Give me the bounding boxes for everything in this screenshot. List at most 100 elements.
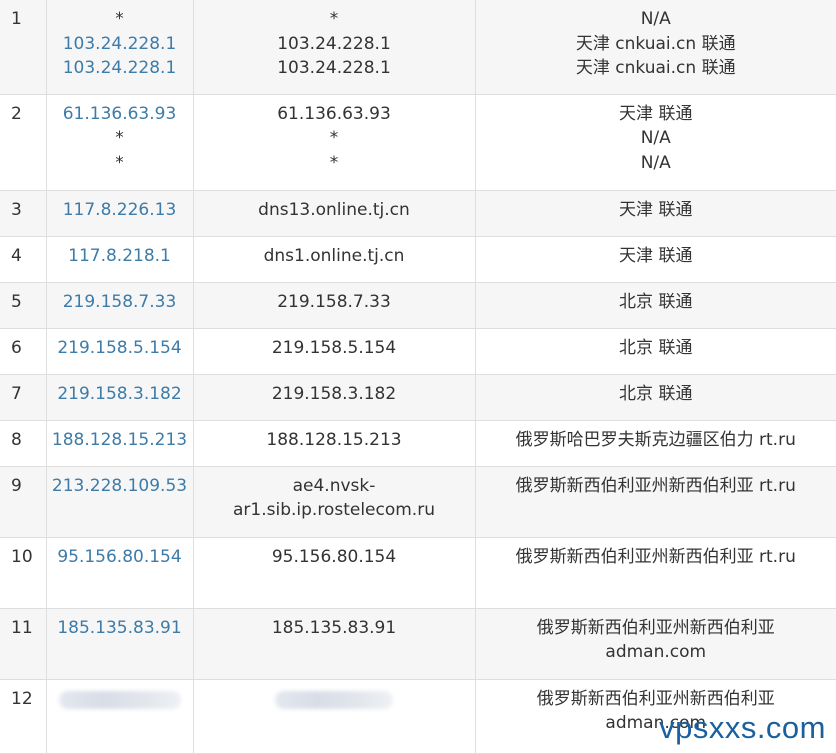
hostname: dns13.online.tj.cn [258,199,410,220]
ip-cell: 219.158.7.33 [46,282,194,329]
traceroute-table: 1 * 103.24.228.1 103.24.228.1 * 103.24.228.1 1… [0,0,836,754]
table-row: 3 117.8.226.13 dns13.online.tj.cn 天津 联通 [0,190,836,237]
hostname: 61.136.63.93 [277,103,391,124]
location: N/A [640,128,671,148]
table-row: 1 * 103.24.228.1 103.24.228.1 * 103.24.228.1 1… [0,0,836,95]
location-cell: 北京 联通 [475,282,836,329]
hop-number: 3 [0,190,47,237]
ip-link[interactable]: 213.228.109.53 [49,474,191,499]
ip-link[interactable]: 219.158.7.33 [49,290,191,315]
table-row: 10 95.156.80.154 95.156.80.154 俄罗斯新西伯利亚州新西伯… [0,537,836,609]
hop-number: 5 [0,282,47,329]
ip-link[interactable]: 61.136.63.93 [49,102,191,127]
hostname-cell: dns1.online.tj.cn [193,236,476,283]
table-row: 2 61.136.63.93 * * 61.136.63.93 * * 天津 联通 N/A N/A [0,94,836,191]
ip-cell: 219.158.5.154 [46,328,194,375]
hostname: ar1.sib.ip.rostelecom.ru [233,500,435,520]
ip-link[interactable]: 188.128.15.213 [49,428,191,453]
location: 天津 联通 [619,103,693,124]
hostname: ae4.nvsk- [292,475,376,496]
hop-number: 11 [0,608,47,680]
location-cell: 北京 联通 [475,328,836,375]
hostname-cell [193,679,476,754]
ip-link[interactable]: 219.158.5.154 [49,336,191,361]
hop-number: 1 [0,0,47,95]
location: 俄罗斯新西伯利亚州新西伯利亚 [536,688,775,709]
table-row: 4 117.8.218.1 dns1.online.tj.cn 天津 联通 [0,236,836,283]
location: 俄罗斯新西伯利亚州新西伯利亚 rt.ru [515,475,796,496]
ip-timeout: * [115,128,124,148]
ip-link[interactable]: 95.156.80.154 [49,545,191,570]
hostname: 103.24.228.1 [277,33,391,54]
hostname: 219.158.5.154 [271,337,397,358]
hostname: 188.128.15.213 [266,429,402,450]
location-cell: 俄罗斯新西伯利亚州新西伯利亚 rt.ru [475,537,836,609]
ip-timeout: * [115,9,124,29]
location: 北京 联通 [619,337,693,358]
location-cell: 北京 联通 [475,374,836,421]
location: 天津 联通 [619,199,693,220]
location-cell: 天津 联通 [475,236,836,283]
redacted-hostname [275,690,393,709]
hostname: * [329,128,339,148]
redacted-ip [58,690,181,709]
location: 俄罗斯哈巴罗夫斯克边疆区伯力 rt.ru [515,429,796,450]
watermark: vpsxxs.com [659,710,826,745]
hostname-cell: 95.156.80.154 [193,537,476,609]
hop-number: 9 [0,466,47,538]
table-row: 6 219.158.5.154 219.158.5.154 北京 联通 [0,328,836,375]
hostname: 103.24.228.1 [277,58,391,78]
table-row: 8 188.128.15.213 188.128.15.213 俄罗斯哈巴罗夫斯克边疆… [0,420,836,467]
hostname: * [329,9,339,29]
hop-number: 10 [0,537,47,609]
table-row: 7 219.158.3.182 219.158.3.182 北京 联通 [0,374,836,421]
location: 北京 联通 [619,291,693,312]
hostname: 185.135.83.91 [271,617,397,638]
ip-timeout: * [115,152,124,173]
hop-number: 2 [0,94,47,191]
ip-link[interactable]: 117.8.218.1 [49,244,191,269]
hostname: 95.156.80.154 [271,546,397,567]
hop-number: 8 [0,420,47,467]
ip-link[interactable]: 117.8.226.13 [49,198,191,223]
location: 北京 联通 [619,383,693,404]
hostname: * [329,152,339,173]
hop-number: 12 [0,679,47,754]
location-cell: 俄罗斯新西伯利亚州新西伯利亚 adman.com [475,608,836,680]
location-cell: 俄罗斯新西伯利亚州新西伯利亚 rt.ru [475,466,836,538]
location: 天津 cnkuai.cn 联通 [575,33,736,54]
hostname-cell: ae4.nvsk-ar1.sib.ip.rostelecom.ru [193,466,476,538]
ip-cell: 117.8.218.1 [46,236,194,283]
location-cell: N/A 天津 cnkuai.cn 联通 天津 cnkuai.cn 联通 [475,0,836,95]
ip-cell: 219.158.3.182 [46,374,194,421]
location-cell: 天津 联通 N/A N/A [475,94,836,191]
table-row: 11 185.135.83.91 185.135.83.91 俄罗斯新西伯利亚州新西伯… [0,608,836,680]
hostname-cell: 61.136.63.93 * * [193,94,476,191]
location: 天津 cnkuai.cn 联通 [575,58,736,78]
hop-number: 6 [0,328,47,375]
ip-cell: 61.136.63.93 * * [46,94,194,191]
hostname-cell: 188.128.15.213 [193,420,476,467]
hostname-cell: * 103.24.228.1 103.24.228.1 [193,0,476,95]
traceroute-body: 1 * 103.24.228.1 103.24.228.1 * 103.24.228.1 1… [0,0,836,754]
location-cell: 天津 联通 [475,190,836,237]
ip-link[interactable]: 185.135.83.91 [49,616,191,641]
ip-link[interactable]: 219.158.3.182 [49,382,191,407]
ip-link[interactable]: 103.24.228.1 [49,56,191,81]
hostname-cell: 219.158.3.182 [193,374,476,421]
hostname-cell: 219.158.5.154 [193,328,476,375]
ip-link[interactable]: 103.24.228.1 [49,32,191,57]
location: 俄罗斯新西伯利亚州新西伯利亚 [536,617,775,638]
ip-cell: 185.135.83.91 [46,608,194,680]
location-cell: 俄罗斯哈巴罗夫斯克边疆区伯力 rt.ru [475,420,836,467]
location: 天津 联通 [619,245,693,266]
ip-cell: * 103.24.228.1 103.24.228.1 [46,0,194,95]
ip-cell: 117.8.226.13 [46,190,194,237]
ip-cell: 213.228.109.53 [46,466,194,538]
hop-number: 7 [0,374,47,421]
location: N/A [640,152,671,173]
hop-number: 4 [0,236,47,283]
location: N/A [640,9,671,29]
hostname-cell: dns13.online.tj.cn [193,190,476,237]
ip-cell [46,679,194,754]
